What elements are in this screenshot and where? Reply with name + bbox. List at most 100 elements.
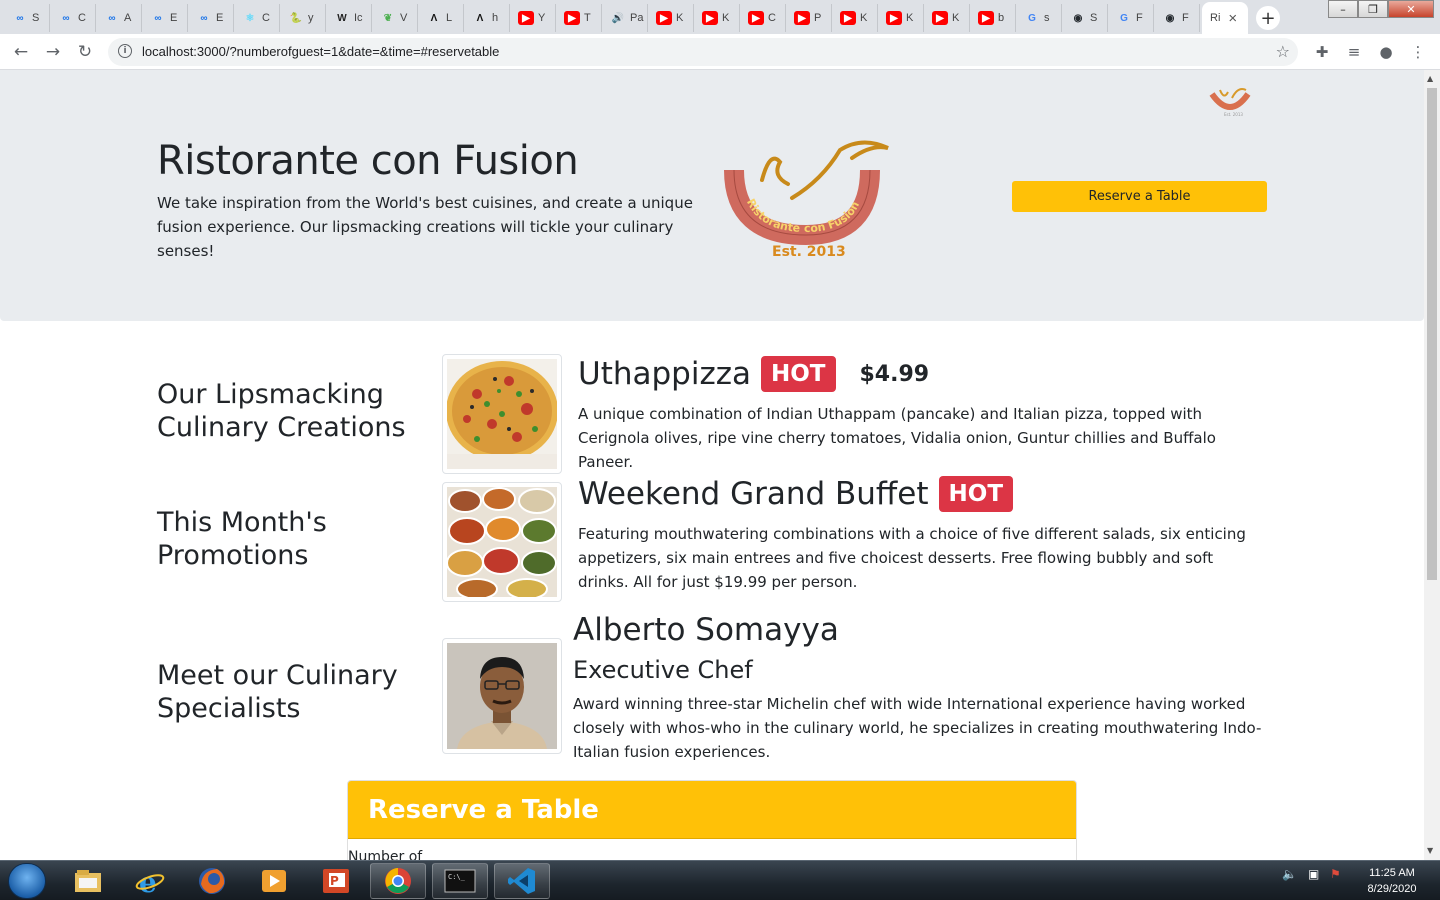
browser-tab[interactable]: Gs [1016,4,1062,32]
forward-icon[interactable]: → [42,41,64,63]
powerpoint-icon[interactable]: P [308,863,364,899]
browser-tab[interactable]: ∞ S [4,4,50,32]
minimize-button[interactable]: – [1328,0,1358,18]
chef-description: Award winning three-star Michelin chef w… [573,695,1262,761]
tab-label: h [492,12,499,24]
bookmark-star-icon[interactable]: ☆ [1276,42,1290,61]
back-icon[interactable]: ← [10,41,32,63]
chef-image-frame [442,638,562,754]
page-title: Ristorante con Fusion [157,138,579,184]
browser-tab[interactable]: GF [1108,4,1154,32]
media-player-icon[interactable] [246,863,302,899]
vscode-icon[interactable] [494,863,550,899]
browser-tab[interactable]: 🐍 y [280,4,326,32]
tab-label: s [1044,12,1050,24]
svg-text:Est. 2013: Est. 2013 [1224,112,1243,117]
url-text[interactable]: localhost:3000/?numberofguest=1&date=&ti… [142,44,499,59]
browser-tab[interactable]: ▶ K [924,4,970,32]
internet-explorer-icon[interactable]: e [122,863,178,899]
browser-tab[interactable]: ▶ K [832,4,878,32]
browser-tab[interactable]: ▶ K [694,4,740,32]
browser-tab[interactable]: ∞ C [50,4,96,32]
browser-tab[interactable]: ▶ P [786,4,832,32]
youtube-icon: ▶ [978,11,994,25]
infinity-icon: ∞ [200,12,208,24]
browser-tab[interactable]: ▶ K [648,4,694,32]
reserve-table-button[interactable]: Reserve a Table [1012,181,1267,212]
restaurant-logo: Ristorante con Fusion Est. 2013 [724,140,889,260]
media-queue-icon[interactable]: ≡ [1344,42,1364,62]
tab-label: Y [538,12,546,24]
promotion-image-frame [442,482,562,602]
browser-tab[interactable]: ∞ A [96,4,142,32]
alert-flag-icon[interactable]: ⚑ [1330,867,1341,881]
profile-icon[interactable]: ● [1376,42,1396,62]
extensions-icon[interactable]: ✚ [1312,42,1332,62]
browser-tab[interactable]: ◉ S [1062,4,1108,32]
chef-role: Executive Chef [573,656,753,684]
scroll-down-icon[interactable]: ▼ [1427,846,1433,855]
close-window-button[interactable]: ✕ [1388,0,1434,18]
tab-label: Pa [630,12,644,24]
page-scrollbar[interactable]: ▲ ▼ [1424,70,1440,860]
clock-date: 8/29/2020 [1367,883,1417,895]
info-icon[interactable]: i [118,44,132,58]
scroll-up-icon[interactable]: ▲ [1427,74,1433,83]
browser-tab[interactable]: ❦ V [372,4,418,32]
browser-tab[interactable]: ⚛ C [234,4,280,32]
github-icon: ◉ [1073,12,1083,24]
tab-label: F [1136,12,1143,24]
terminal-icon[interactable]: C:\_ [432,863,488,899]
browser-tab[interactable]: ▶ C [740,4,786,32]
browser-tab[interactable]: ∞ E [142,4,188,32]
new-tab-button[interactable]: + [1256,6,1280,30]
browser-tab[interactable]: ▶ b [970,4,1016,32]
clock-time: 11:25 AM [1369,867,1415,879]
tab-label: b [998,12,1005,24]
browser-tab[interactable]: ΛL [418,4,464,32]
address-bar[interactable]: i localhost:3000/?numberofguest=1&date=&… [108,38,1298,66]
infinity-icon: ∞ [108,12,116,24]
infinity-icon: ∞ [62,12,70,24]
reserve-card-header: Reserve a Table [348,781,1076,839]
wikipedia-icon: W [337,12,347,24]
tab-active[interactable]: Ri × [1202,2,1248,34]
scrollbar-thumb[interactable] [1427,88,1437,580]
system-clock[interactable]: 11:25 AM 8/29/2020 [1352,865,1432,897]
hot-badge: HOT [938,476,1014,512]
youtube-icon: ▶ [794,11,810,25]
window-controls: – ❐ ✕ [1328,0,1434,18]
close-tab-icon[interactable]: × [1228,10,1237,27]
browser-tab[interactable]: ▶ Y [510,4,556,32]
uthappizza-image [447,359,557,469]
tab-label: C [768,12,776,24]
network-icon[interactable]: ▣ [1308,867,1319,881]
browser-tab[interactable]: W Ic [326,4,372,32]
reload-icon[interactable]: ↻ [74,41,96,63]
chrome-icon[interactable] [370,863,426,899]
browser-tab[interactable]: ▶ T [556,4,602,32]
browser-tab[interactable]: ∞ E [188,4,234,32]
reserve-table-card: Reserve a Table Number of [347,780,1077,860]
restore-button[interactable]: ❐ [1358,0,1388,18]
tab-label: S [32,12,40,24]
promotion-description: Featuring mouthwatering combinations wit… [578,525,1246,591]
dish-image-frame [442,354,562,474]
browser-tab[interactable]: Λh [464,4,510,32]
browser-tab[interactable]: ▶ K [878,4,924,32]
explorer-icon[interactable] [60,863,116,899]
tab-label: Ri [1210,12,1221,24]
youtube-icon: ▶ [748,11,764,25]
firefox-icon[interactable] [184,863,240,899]
tab-label: Ic [354,12,363,24]
tab-label: K [676,12,684,24]
volume-icon[interactable]: 🔈 [1282,867,1297,881]
menu-kebab-icon[interactable]: ⋮ [1408,42,1428,62]
browser-tab[interactable]: ◉ F [1154,4,1200,32]
start-button[interactable] [8,863,46,899]
react-icon: ⚛ [245,12,255,24]
angular-icon: Λ [430,12,438,24]
browser-tab[interactable]: 🔊 Pa [602,4,648,32]
chef-photo [447,643,557,749]
youtube-icon: ▶ [886,11,902,25]
